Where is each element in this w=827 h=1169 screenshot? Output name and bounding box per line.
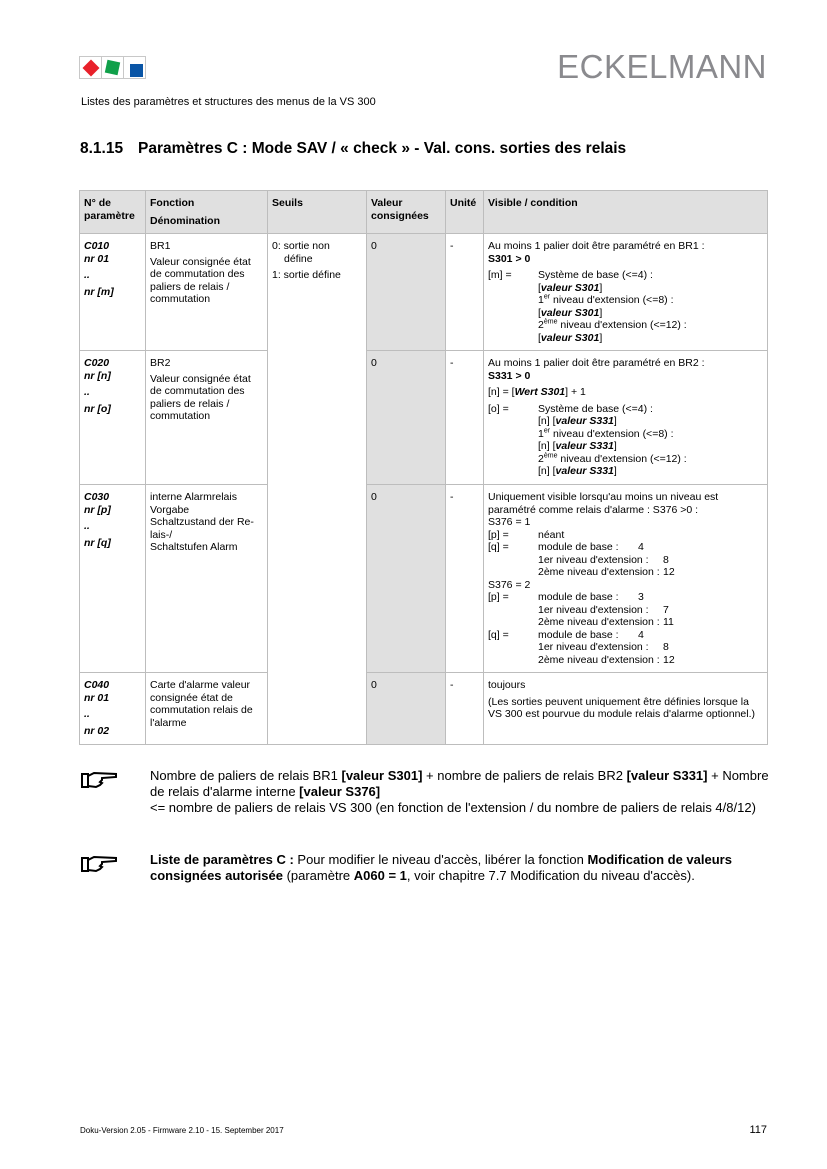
unit-cell: - <box>445 484 484 673</box>
note-relay-count: Nombre de paliers de relais BR1 [valeur … <box>80 768 770 816</box>
red-diamond-icon <box>82 59 99 76</box>
brand-name: ECKELMANN <box>557 48 767 85</box>
header-fonction: Fonction Dénomination <box>145 190 268 234</box>
eckelmann-logo <box>79 56 146 79</box>
param-cell: C020 nr [n].. nr [o] <box>79 350 146 485</box>
document-subtitle: Listes des paramètres et structures des … <box>81 96 376 108</box>
condition-cell: Au moins 1 palier doit être paramétré en… <box>483 233 768 351</box>
param-cell: C010 nr 01.. nr [m] <box>79 233 146 351</box>
header-param: N° de paramètre <box>79 190 146 234</box>
section-title: 8.1.15 Paramètres C : Mode SAV / « check … <box>80 140 626 158</box>
blue-square-icon <box>129 63 143 77</box>
param-cell: C040 nr 01.. nr 02 <box>79 672 146 745</box>
unit-cell: - <box>445 233 484 351</box>
condition-cell: toujours (Les sorties peuvent uniquement… <box>483 672 768 745</box>
table-row: C030 nr [p].. nr [q] interne Alarmrelais Vo… <box>79 484 768 673</box>
condition-cell: Uniquement visible lorsqu'au moins un ni… <box>483 484 768 673</box>
unit-cell: - <box>445 350 484 485</box>
function-cell: interne Alarmrelais Vorgabe Schaltzustand … <box>145 484 268 673</box>
table-row: C020 nr [n].. nr [o] BR2 Valeur consignée é… <box>79 350 768 485</box>
pointing-hand-icon <box>80 768 150 816</box>
setpoint-value: 0 <box>366 350 446 485</box>
function-cell: BR1 Valeur consignée état de commutation … <box>145 233 268 351</box>
setpoint-value: 0 <box>366 484 446 673</box>
section-heading: Paramètres C : Mode SAV / « check » - Va… <box>138 140 627 157</box>
green-square-icon <box>104 59 121 76</box>
table-header-row: N° de paramètre Fonction Dénomination Seu… <box>79 190 768 234</box>
doc-version: Doku-Version 2.05 - Firmware 2.10 - 15. … <box>80 1126 284 1135</box>
param-cell: C030 nr [p].. nr [q] <box>79 484 146 673</box>
header-visible: Visible / condition <box>483 190 768 234</box>
note-access-level: Liste de paramètres C : Pour modifier le… <box>80 852 770 884</box>
header-valeur: Valeur consignées <box>366 190 446 234</box>
page-number: 117 <box>749 1124 767 1136</box>
pointing-hand-icon <box>80 852 150 884</box>
condition-cell: Au moins 1 palier doit être paramétré en… <box>483 350 768 485</box>
setpoint-value: 0 <box>366 672 446 745</box>
section-number: 8.1.15 <box>80 140 124 157</box>
header-seuils: Seuils <box>267 190 367 234</box>
setpoint-value: 0 <box>366 233 446 351</box>
table-row: C010 nr 01.. nr [m] BR1 Valeur consignée ét… <box>79 233 768 745</box>
function-cell: Carte d'alarme valeur consignée état de … <box>145 672 268 745</box>
parameter-table: N° de paramètre Fonction Dénomination Seu… <box>79 190 768 745</box>
unit-cell: - <box>445 672 484 745</box>
table-row: C040 nr 01.. nr 02 Carte d'alarme valeur c… <box>79 672 768 745</box>
function-cell: BR2 Valeur consignée état de commutation … <box>145 350 268 485</box>
header-unite: Unité <box>445 190 484 234</box>
thresholds-cell: 0: sortie non défine 1: sortie défine <box>267 233 367 745</box>
